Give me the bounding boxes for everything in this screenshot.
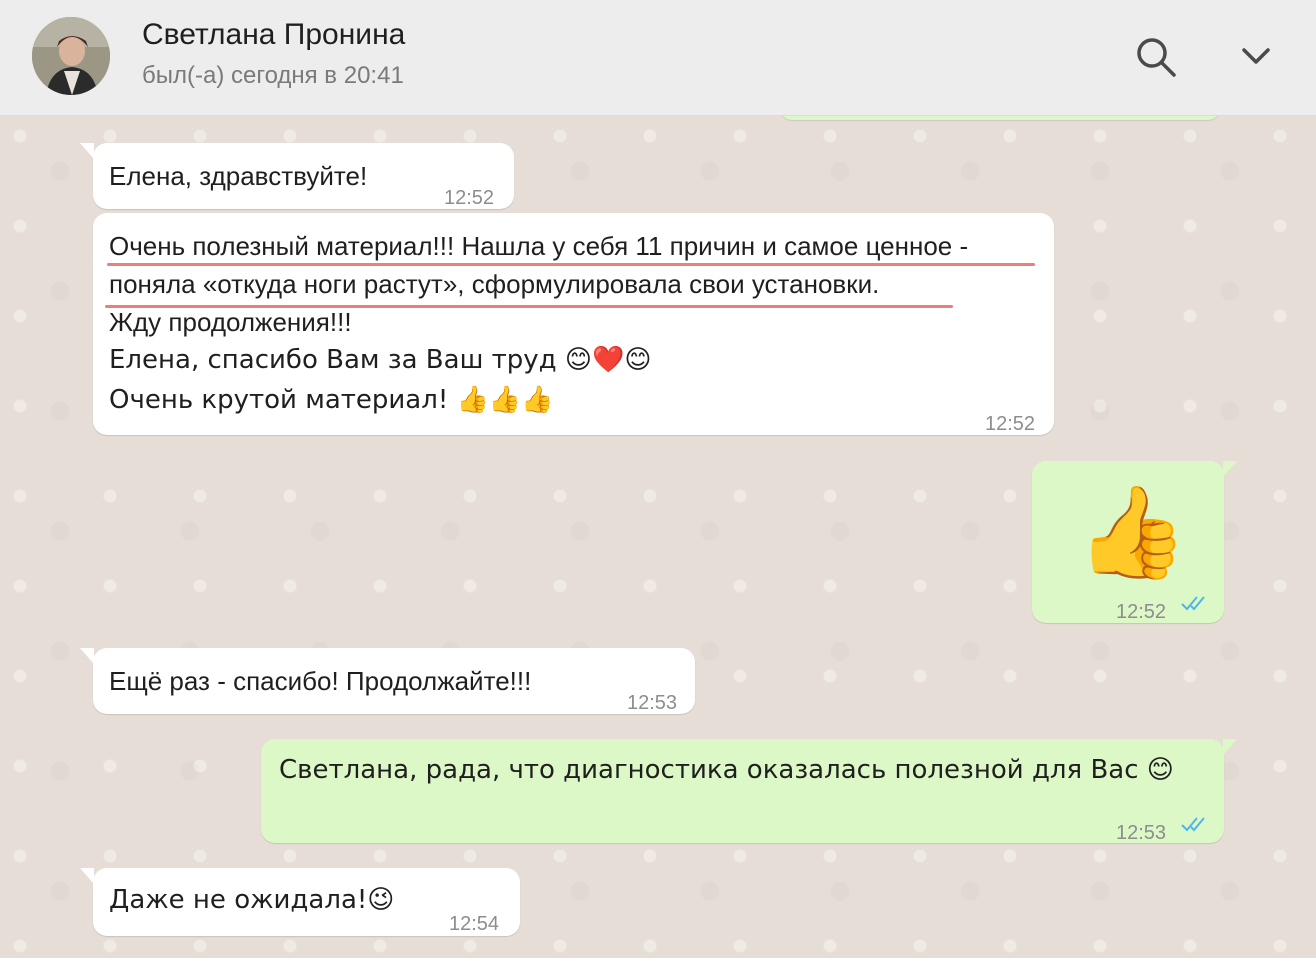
- message-bubble-incoming[interactable]: Даже не ожидала!😉 12:54: [80, 868, 520, 936]
- bubble-tail: [1223, 739, 1237, 755]
- message-text-line: Елена, спасибо Вам за Ваш труд 😊❤️😊: [109, 345, 652, 375]
- message-time: 12:52: [444, 187, 495, 209]
- message-text: Светлана, рада, что диагностика оказалас…: [279, 755, 1174, 785]
- message-time: 12:54: [449, 913, 500, 935]
- read-receipt-icon: [1180, 594, 1210, 612]
- message-bubble-incoming[interactable]: Ещё раз - спасибо! Продолжайте!!! 12:53: [80, 648, 695, 714]
- message-time: 12:53: [627, 692, 678, 714]
- message-text: Елена, здравствуйте!: [109, 161, 368, 191]
- avatar[interactable]: [32, 17, 110, 95]
- message-text-line: поняла «откуда ноги растут», сформулиров…: [109, 269, 880, 299]
- message-text-line: Очень полезный материал!!! Нашла у себя …: [109, 231, 969, 261]
- message-bubble-outgoing[interactable]: 👍 12:52: [1032, 461, 1237, 623]
- thumbs-up-emoji: 👍: [1076, 480, 1189, 585]
- message-text-line: Очень крутой материал! 👍👍👍: [109, 385, 554, 415]
- last-seen-status: был(-а) сегодня в 20:41: [142, 62, 404, 89]
- chat-header: Светлана Пронина был(-а) сегодня в 20:41: [0, 0, 1316, 116]
- message-time: 12:53: [1116, 822, 1167, 844]
- bubble-tail: [1223, 461, 1237, 477]
- bubble-tail: [80, 868, 94, 884]
- contact-name[interactable]: Светлана Пронина: [142, 18, 405, 52]
- message-text: Ещё раз - спасибо! Продолжайте!!!: [109, 666, 532, 696]
- bubble-tail: [80, 648, 94, 664]
- search-icon[interactable]: [1131, 32, 1179, 80]
- message-bubble-incoming[interactable]: Очень полезный материал!!! Нашла у себя …: [93, 213, 1054, 435]
- message-text-line: Жду продолжения!!!: [109, 307, 352, 337]
- bubble-tail: [80, 143, 94, 159]
- read-receipt-icon: [1180, 815, 1210, 833]
- message-bubble-outgoing[interactable]: Светлана, рада, что диагностика оказалас…: [261, 739, 1237, 844]
- message-text: Даже не ожидала!😉: [109, 885, 395, 915]
- message-bubble-incoming[interactable]: Елена, здравствуйте! 12:52: [80, 143, 514, 209]
- message-time: 12:52: [985, 413, 1036, 435]
- message-time: 12:52: [1116, 601, 1167, 623]
- chevron-down-icon[interactable]: [1232, 32, 1280, 80]
